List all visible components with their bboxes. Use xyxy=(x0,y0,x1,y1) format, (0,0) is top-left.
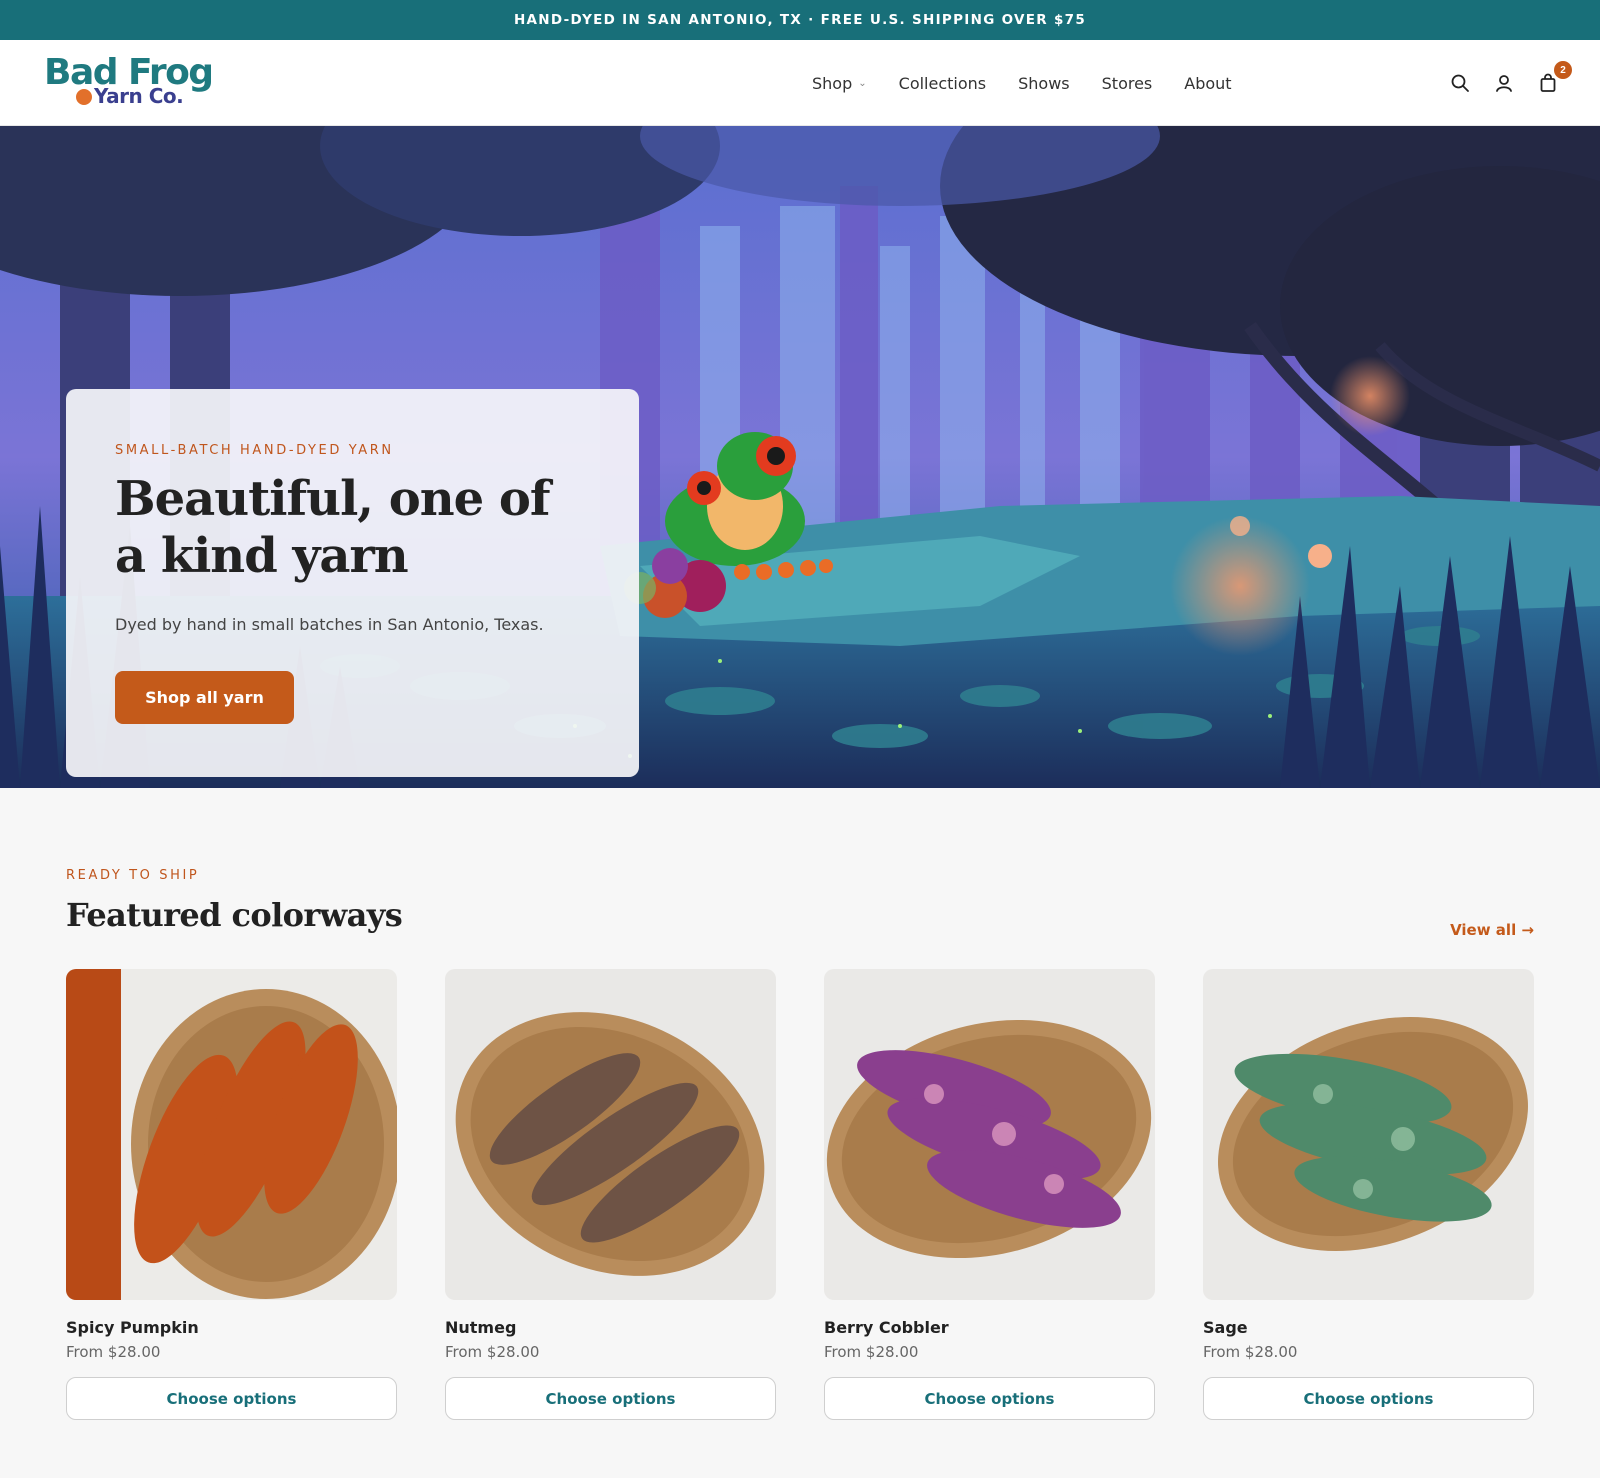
product-name[interactable]: Spicy Pumpkin xyxy=(66,1318,199,1337)
hero-title: Beautiful, one of a kind yarn xyxy=(115,471,551,584)
yarn-ball-icon xyxy=(74,87,94,107)
product-name[interactable]: Sage xyxy=(1203,1318,1248,1337)
nav-item-shows[interactable]: Shows xyxy=(1018,74,1070,93)
nav-item-collections[interactable]: Collections xyxy=(899,74,986,93)
product-price: From $28.00 xyxy=(445,1343,540,1361)
brand-logo[interactable]: Bad Frog Yarn Co. xyxy=(44,54,214,112)
nav-item-stores[interactable]: Stores xyxy=(1102,74,1153,93)
hero-eyebrow: SMALL-BATCH HAND-DYED YARN xyxy=(115,443,394,458)
section-eyebrow: READY TO SHIP xyxy=(66,868,200,883)
announcement-text: HAND-DYED IN SAN ANTONIO, TX · FREE U.S.… xyxy=(513,12,1087,28)
nav-label: Collections xyxy=(898,73,987,93)
hero-subtitle: Dyed by hand in small batches in San Ant… xyxy=(115,615,544,634)
product-price: From $28.00 xyxy=(66,1343,161,1361)
product-card[interactable]: Berry Cobbler From $28.00 Choose options xyxy=(824,969,1155,1420)
cart-count-badge: 2 xyxy=(1554,61,1572,79)
nav-label: Shows xyxy=(1018,73,1070,93)
choose-options-button[interactable]: Choose options xyxy=(445,1377,776,1420)
product-image[interactable] xyxy=(445,969,776,1300)
section-title: Featured colorways xyxy=(66,896,403,934)
nav-label: Shop xyxy=(812,73,853,93)
product-card[interactable]: Nutmeg From $28.00 Choose options xyxy=(445,969,776,1420)
choose-options-button[interactable]: Choose options xyxy=(824,1377,1155,1420)
nav-label: Stores xyxy=(1101,73,1153,93)
nav-label: About xyxy=(1184,73,1232,93)
product-name[interactable]: Nutmeg xyxy=(445,1318,516,1337)
nav-item-shop[interactable]: Shop ⌄ xyxy=(812,74,867,93)
shop-all-button[interactable]: Shop all yarn xyxy=(115,671,294,724)
chevron-down-icon: ⌄ xyxy=(858,77,867,89)
main-nav: Shop ⌄ Collections Shows Stores About xyxy=(812,40,1232,126)
choose-options-button[interactable]: Choose options xyxy=(1203,1377,1534,1420)
product-price: From $28.00 xyxy=(1203,1343,1298,1361)
choose-options-button[interactable]: Choose options xyxy=(66,1377,397,1420)
product-image[interactable] xyxy=(1203,969,1534,1300)
product-card[interactable]: Sage From $28.00 Choose options xyxy=(1203,969,1534,1420)
bag-icon[interactable]: 2 xyxy=(1536,61,1572,95)
user-icon[interactable] xyxy=(1492,71,1516,95)
logo-line2: Yarn Co. xyxy=(94,84,184,108)
site-header: Bad Frog Yarn Co. Shop ⌄ Collections Sho… xyxy=(0,40,1600,126)
header-icons: 2 xyxy=(1448,40,1572,126)
product-image[interactable] xyxy=(66,969,397,1300)
product-image[interactable] xyxy=(824,969,1155,1300)
product-card[interactable]: Spicy Pumpkin From $28.00 Choose options xyxy=(66,969,397,1420)
hero-card: SMALL-BATCH HAND-DYED YARN Beautiful, on… xyxy=(66,389,639,777)
product-price: From $28.00 xyxy=(824,1343,919,1361)
nav-item-about[interactable]: About xyxy=(1184,74,1231,93)
announcement-bar: HAND-DYED IN SAN ANTONIO, TX · FREE U.S.… xyxy=(0,0,1600,40)
view-all-link[interactable]: View all → xyxy=(1450,921,1534,939)
search-icon[interactable] xyxy=(1448,71,1472,95)
hero-banner: SMALL-BATCH HAND-DYED YARN Beautiful, on… xyxy=(0,126,1600,788)
product-name[interactable]: Berry Cobbler xyxy=(824,1318,949,1337)
